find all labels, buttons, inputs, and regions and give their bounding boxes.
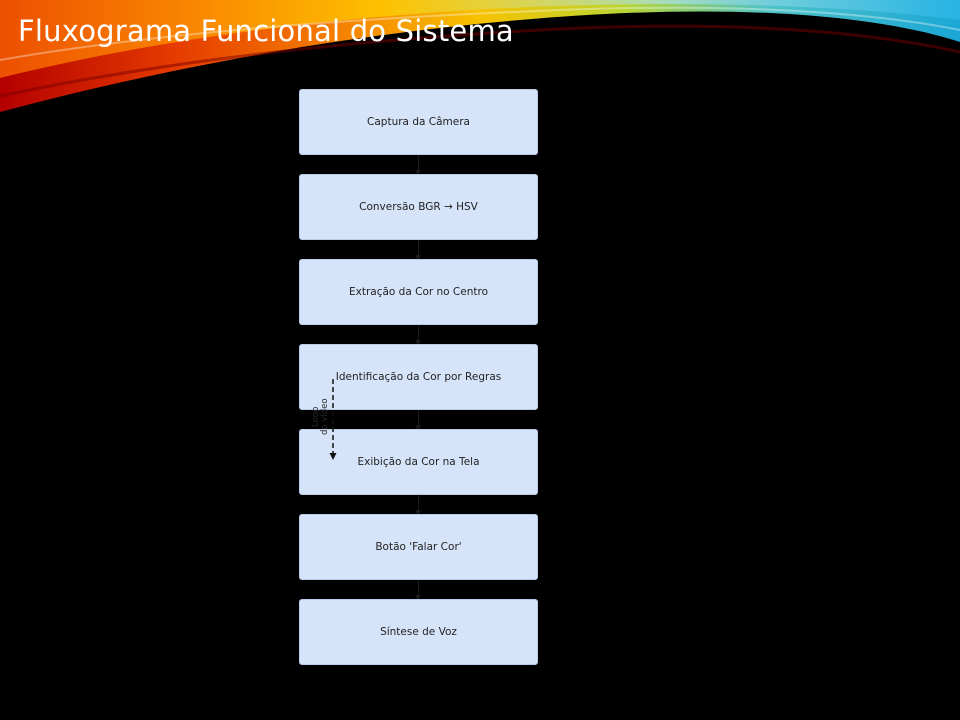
flow-step-label: Extração da Cor no Centro: [348, 286, 489, 298]
flow-arrow: [415, 240, 421, 260]
flow-step-speak-button: Botão 'Falar Cor': [299, 514, 538, 580]
flow-step-label: Síntese de Voz: [380, 626, 457, 638]
slide: Fluxograma Funcional do Sistema Captura …: [0, 0, 960, 720]
flow-step-label: Exibição da Cor na Tela: [357, 456, 480, 468]
flow-arrow: [415, 155, 421, 175]
flow-step-speech-synthesis: Síntese de Voz: [299, 599, 538, 665]
flow-step-label: Captura da Câmera: [367, 116, 470, 128]
flow-step-capture: Captura da Câmera: [299, 89, 538, 155]
flow-arrow: [415, 410, 421, 430]
flow-arrow: [415, 580, 421, 600]
loop-label: Loop do vídeo: [311, 398, 330, 436]
flow-step-label: Identificação da Cor por Regras: [335, 371, 502, 383]
flow-step-conversion: Conversão BGR → HSV: [299, 174, 538, 240]
flow-arrow: [415, 495, 421, 515]
flow-step-label: Conversão BGR → HSV: [359, 201, 478, 213]
flow-arrow: [415, 325, 421, 345]
slide-title: Fluxograma Funcional do Sistema: [18, 14, 514, 48]
flow-step-extraction: Extração da Cor no Centro: [299, 259, 538, 325]
flow-step-label: Botão 'Falar Cor': [375, 541, 462, 553]
